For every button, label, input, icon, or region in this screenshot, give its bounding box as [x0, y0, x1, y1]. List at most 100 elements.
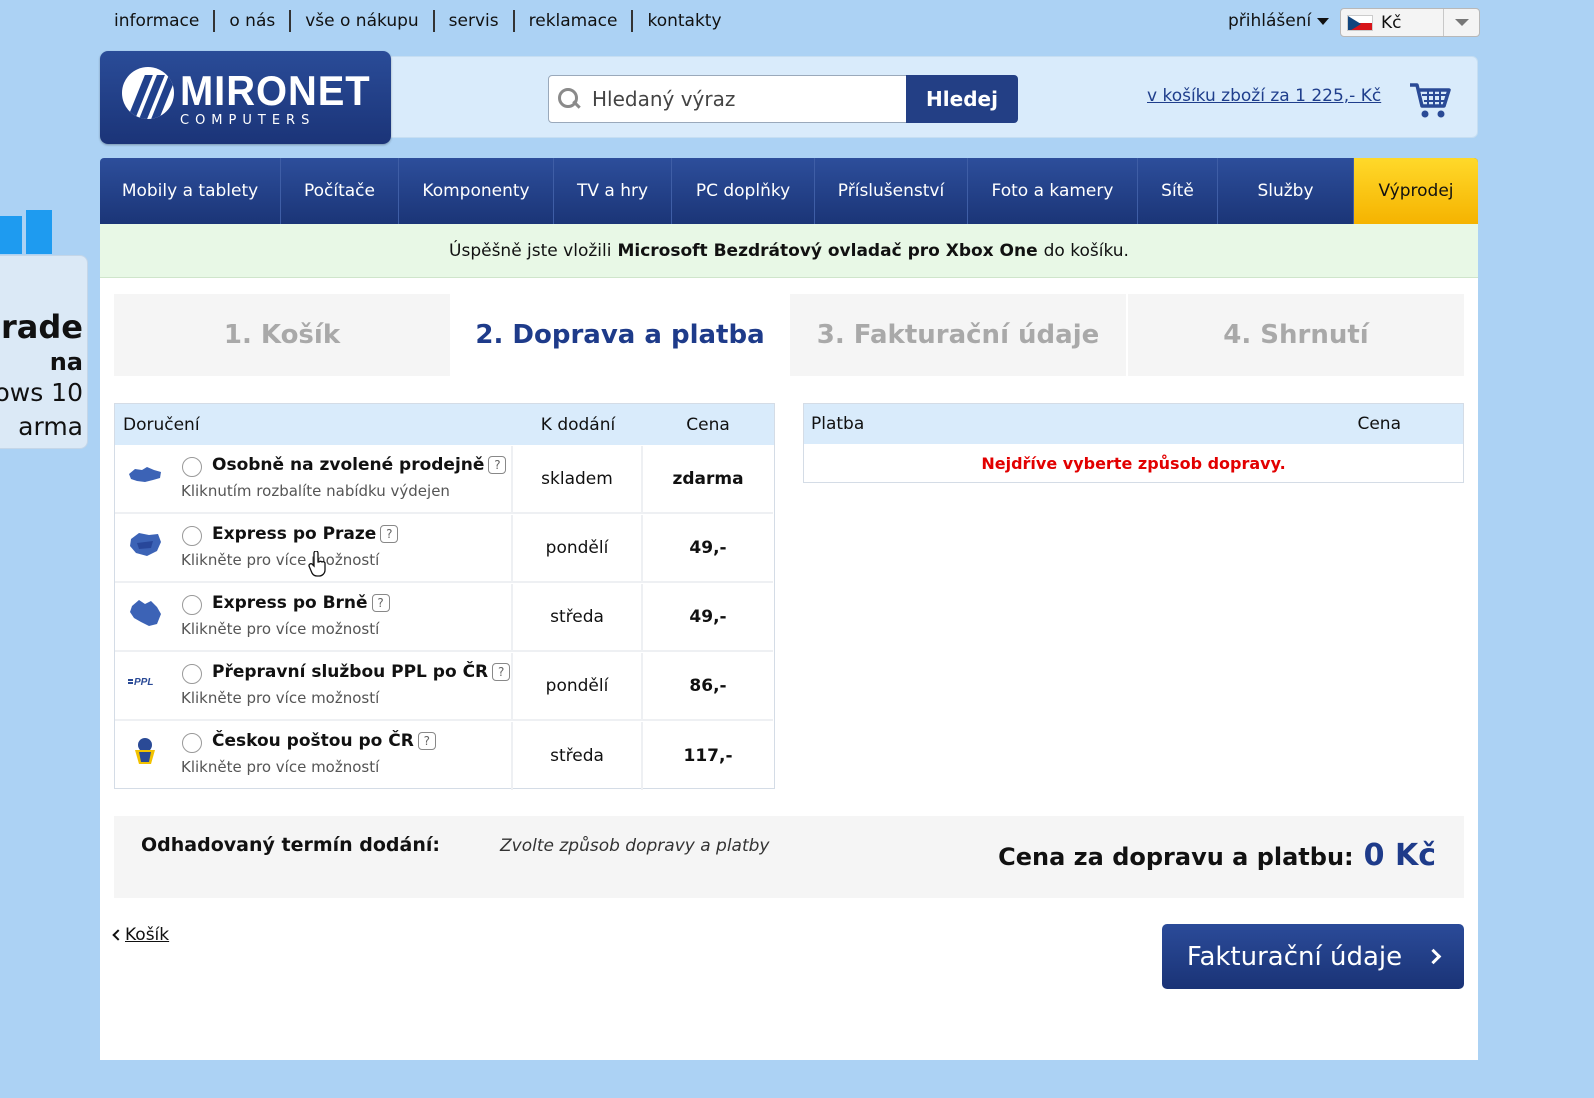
hand-cursor-icon [308, 551, 326, 577]
logo-mark-icon [122, 67, 174, 119]
delivery-radio[interactable] [182, 457, 202, 477]
delivery-title: Express po Brně? [212, 593, 390, 613]
delivery-title-text: Českou poštou po ČR [212, 731, 414, 751]
delivery-hint: Klikněte pro více možností [181, 551, 380, 569]
next-label: Fakturační údaje [1186, 941, 1403, 972]
search-box [548, 75, 908, 123]
total-value: 0 Kč [1363, 838, 1436, 873]
delivery-row[interactable]: Express po Brně? Klikněte pro více možnos… [115, 583, 774, 652]
delivery-when: skladem [513, 446, 643, 514]
delivery-row[interactable]: Express po Praze? Klikněte pro více možno… [115, 514, 774, 583]
link-separator [213, 10, 216, 32]
delivery-when: pondělí [513, 653, 643, 721]
delivery-header-name: Doručení [123, 414, 200, 435]
prague-map-icon [127, 529, 163, 559]
delivery-row[interactable]: Osobně na zvolené prodejně? Kliknutím roz… [115, 445, 774, 514]
currency-select[interactable]: Kč [1340, 8, 1480, 37]
delivery-header-when: K dodání [540, 414, 616, 435]
nav-item[interactable]: Příslušenství [815, 158, 968, 224]
delivery-radio[interactable] [182, 664, 202, 684]
delivery-option[interactable]: PPL Přepravní službou PPL po ČR? Klikněte … [115, 653, 513, 721]
top-link[interactable]: vše o nákupu [305, 11, 418, 31]
delivery-title: Osobně na zvolené prodejně? [212, 455, 507, 475]
help-icon[interactable]: ? [488, 456, 507, 474]
delivery-row[interactable]: Českou poštou po ČR? Klikněte pro více mo… [115, 721, 774, 790]
delivery-radio[interactable] [182, 733, 202, 753]
billing-details-button[interactable]: Fakturační údaje [1162, 924, 1464, 989]
summary-band: Odhadovaný termín dodání: Zvolte způsob … [114, 816, 1464, 898]
total-price: Cena za dopravu a platbu: 0 Kč [998, 838, 1436, 873]
nav-item-sale[interactable]: Výprodej [1354, 158, 1478, 224]
svg-text:PPL: PPL [134, 677, 153, 688]
step-shipping-payment: 2. Doprava a platba [452, 294, 790, 376]
delivery-title-text: Express po Praze [212, 524, 377, 544]
delivery-row[interactable]: PPL Přepravní službou PPL po ČR? Klikněte … [115, 652, 774, 721]
step-cart[interactable]: 1. Košík [114, 294, 452, 376]
nav-item[interactable]: Mobily a tablety [100, 158, 281, 224]
top-link[interactable]: kontakty [647, 11, 721, 31]
delivery-radio[interactable] [182, 595, 202, 615]
brno-map-icon [127, 598, 163, 628]
delivery-when: středa [513, 722, 643, 790]
delivery-title-text: Express po Brně [212, 593, 368, 613]
payment-table: Platba Cena Nejdříve vyberte způsob dopr… [803, 403, 1464, 483]
dropdown-arrow-icon[interactable] [1443, 9, 1479, 36]
notice-post: do košíku. [1043, 240, 1129, 261]
delivery-option[interactable]: Express po Brně? Klikněte pro více možnos… [115, 584, 513, 652]
delivery-title: Přepravní službou PPL po ČR? [212, 662, 511, 682]
delivery-price: 49,- [643, 515, 773, 583]
nav-item[interactable]: Počítače [281, 158, 399, 224]
ppl-logo-icon: PPL [127, 667, 163, 697]
delivery-option[interactable]: Osobně na zvolené prodejně? Kliknutím roz… [115, 446, 513, 514]
top-link[interactable]: servis [449, 11, 499, 31]
estimate-value: Zvolte způsob dopravy a platby [500, 836, 770, 856]
nav-item[interactable]: PC doplňky [672, 158, 815, 224]
back-to-cart-link[interactable]: Košík [112, 925, 170, 945]
search-icon [558, 88, 580, 110]
help-icon[interactable]: ? [380, 525, 399, 543]
delivery-title-text: Přepravní službou PPL po ČR [212, 662, 489, 682]
nav-item[interactable]: Sítě [1138, 158, 1218, 224]
nav-item[interactable]: Foto a kamery [968, 158, 1138, 224]
delivery-hint: Klikněte pro více možností [181, 689, 380, 707]
payment-header: Platba Cena [804, 404, 1463, 444]
cart-summary-link[interactable]: v košíku zboží za 1 225,- Kč [1147, 86, 1381, 106]
chevron-down-icon [1317, 17, 1330, 25]
estimate-label: Odhadovaný termín dodání: [141, 834, 440, 856]
windows-upgrade-promo[interactable]: grade na ows 10 arma [0, 255, 88, 449]
help-icon[interactable]: ? [417, 732, 436, 750]
search-button[interactable]: Hledej [906, 75, 1018, 123]
logo-brand: MIRONET [180, 67, 371, 114]
czech-map-icon [127, 460, 163, 490]
back-label: Košík [125, 925, 170, 945]
nav-item[interactable]: Komponenty [399, 158, 554, 224]
mironet-logo[interactable]: MIRONET COMPUTERS [100, 51, 391, 144]
top-link[interactable]: informace [114, 11, 199, 31]
delivery-header: Doručení K dodání Cena [115, 404, 774, 445]
chevron-left-icon [112, 929, 124, 941]
promo-line1: grade [0, 308, 83, 346]
search-input[interactable] [592, 87, 892, 111]
delivery-header-price: Cena [686, 414, 730, 435]
help-icon[interactable]: ? [371, 594, 390, 612]
delivery-price: 49,- [643, 584, 773, 652]
nav-item[interactable]: Služby [1218, 158, 1354, 224]
czech-flag-icon [1347, 14, 1373, 31]
promo-line3: ows 10 [0, 378, 83, 407]
shopping-cart-icon[interactable] [1408, 80, 1452, 120]
top-link[interactable]: o nás [229, 11, 275, 31]
main-nav: Mobily a tablety Počítače Komponenty TV a h… [100, 158, 1478, 224]
login-menu[interactable]: přihlášení [1228, 11, 1330, 31]
delivery-radio[interactable] [182, 526, 202, 546]
currency-value: Kč [1381, 12, 1402, 33]
help-icon[interactable]: ? [492, 663, 511, 681]
top-link[interactable]: reklamace [529, 11, 618, 31]
top-links: informace o nás vše o nákupu servis reklamac… [114, 10, 722, 32]
delivery-title: Českou poštou po ČR? [212, 731, 436, 751]
payment-header-name: Platba [811, 414, 865, 434]
delivery-option[interactable]: Českou poštou po ČR? Klikněte pro více mo… [115, 722, 513, 790]
step-summary: 4. Shrnutí [1128, 294, 1464, 376]
payment-message: Nejdříve vyberte způsob dopravy. [981, 453, 1286, 473]
nav-item[interactable]: TV a hry [554, 158, 672, 224]
delivery-title: Express po Praze? [212, 524, 399, 544]
